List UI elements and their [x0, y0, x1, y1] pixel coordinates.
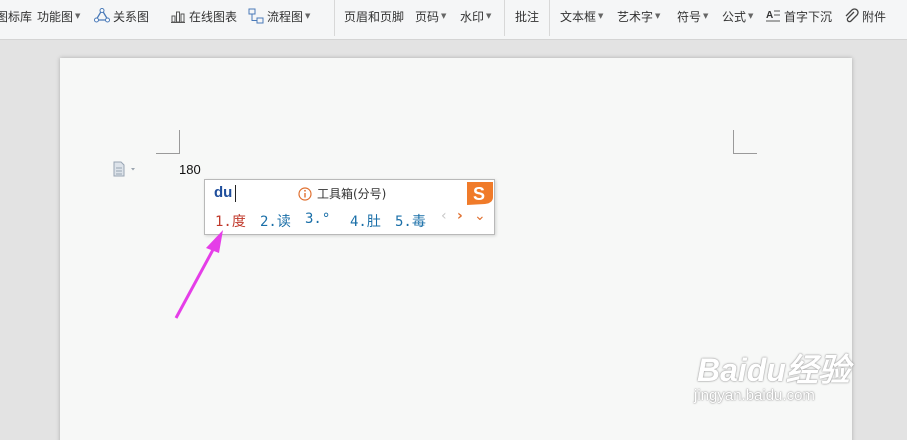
chevron-down-icon: ▼	[598, 12, 604, 20]
online-chart-icon	[171, 11, 185, 23]
drop-cap-label: 首字下沉	[784, 9, 833, 24]
function-chart-button[interactable]: 功能图 ▼	[37, 0, 80, 32]
toolbar-divider	[504, 0, 505, 36]
flowchart-button[interactable]: 流程图 ▼	[248, 0, 310, 32]
watermark-logo: Baidu经验	[697, 352, 850, 388]
ime-next-page-icon[interactable]: ›	[457, 208, 463, 224]
ime-expand-icon[interactable]: ⌄	[474, 208, 486, 224]
text-box-button[interactable]: 文本框 ▼	[560, 0, 603, 32]
margin-corner-top-right	[733, 130, 757, 154]
ime-candidate-5[interactable]: 5.毒	[395, 211, 426, 231]
ime-toolbox-tip[interactable]: 工具箱(分号)	[298, 185, 386, 202]
relation-chart-icon	[94, 8, 110, 23]
flowchart-label: 流程图	[267, 9, 304, 24]
comment-button[interactable]: 批注	[515, 0, 539, 32]
ime-candidate-4[interactable]: 4.肚	[350, 211, 381, 231]
ime-candidate-2[interactable]: 2.读	[260, 211, 291, 231]
function-chart-label: 功能图	[37, 9, 74, 24]
chevron-down-icon: ▼	[305, 12, 311, 20]
baidu-watermark: Baidu经验 jingyan.baidu.com	[694, 345, 850, 404]
document-icon	[113, 161, 135, 177]
relation-chart-label: 关系图	[113, 9, 150, 24]
ribbon-toolbar: 图标库 功能图 ▼ 关系图 在线图表 流程图 ▼ 页眉和页脚 页码 ▼ 水印 ▼…	[0, 0, 907, 40]
ime-toolbox-label: 工具箱(分号)	[317, 187, 387, 201]
ime-caret	[235, 185, 236, 202]
ime-candidate-1[interactable]: 1.度	[215, 211, 246, 231]
comment-label: 批注	[515, 9, 540, 24]
svg-text:S: S	[473, 184, 485, 204]
word-art-button[interactable]: 艺术字 ▼	[617, 0, 660, 32]
watermark-button[interactable]: 水印 ▼	[460, 0, 491, 32]
chevron-down-icon: ▼	[655, 12, 661, 20]
watermark-label: 水印	[460, 9, 485, 24]
page-number-label: 页码	[415, 9, 440, 24]
info-icon	[298, 186, 312, 201]
relation-chart-button[interactable]: 关系图	[94, 0, 149, 32]
ime-candidate-3[interactable]: 3.°	[305, 211, 330, 227]
icon-library-label: 图标库	[0, 9, 33, 24]
svg-text:A: A	[766, 10, 773, 21]
chevron-down-icon: ▼	[441, 12, 447, 20]
icon-library-button[interactable]: 图标库	[0, 0, 32, 32]
symbol-button[interactable]: 符号 ▼	[677, 0, 708, 32]
chevron-down-icon: ▼	[748, 12, 754, 20]
margin-corner-top-left	[156, 130, 180, 154]
drop-cap-icon: A	[766, 10, 780, 22]
drop-cap-button[interactable]: A 首字下沉	[765, 0, 832, 32]
chevron-down-icon: ▼	[486, 12, 492, 20]
ime-prev-page-icon[interactable]: ‹	[441, 208, 447, 224]
formula-button[interactable]: 公式 ▼	[722, 0, 753, 32]
symbol-label: 符号	[677, 9, 702, 24]
header-footer-label: 页眉和页脚	[344, 9, 405, 24]
word-art-label: 艺术字	[617, 9, 654, 24]
sogou-logo-icon: S	[465, 181, 495, 206]
online-chart-label: 在线图表	[189, 9, 238, 24]
header-footer-button[interactable]: 页眉和页脚	[344, 0, 404, 32]
formula-label: 公式	[722, 9, 747, 24]
toolbar-divider	[549, 0, 550, 36]
chevron-down-icon: ▼	[75, 12, 81, 20]
attachment-icon	[845, 8, 859, 23]
ime-candidate-window: du 工具箱(分号) S 1.度 2.读 3.° 4.肚 5.毒 ‹ › ⌄	[204, 179, 495, 235]
paragraph-handle[interactable]	[112, 161, 142, 177]
text-box-label: 文本框	[560, 9, 597, 24]
toolbar-divider	[334, 0, 335, 36]
attachment-button[interactable]: 附件	[843, 0, 886, 32]
attachment-label: 附件	[862, 9, 887, 24]
flowchart-icon	[248, 8, 264, 24]
online-chart-button[interactable]: 在线图表	[170, 0, 237, 32]
document-text[interactable]: 180	[179, 162, 201, 177]
page-number-button[interactable]: 页码 ▼	[415, 0, 446, 32]
chevron-down-icon: ▼	[703, 12, 709, 20]
ime-composition-text: du	[214, 184, 233, 201]
